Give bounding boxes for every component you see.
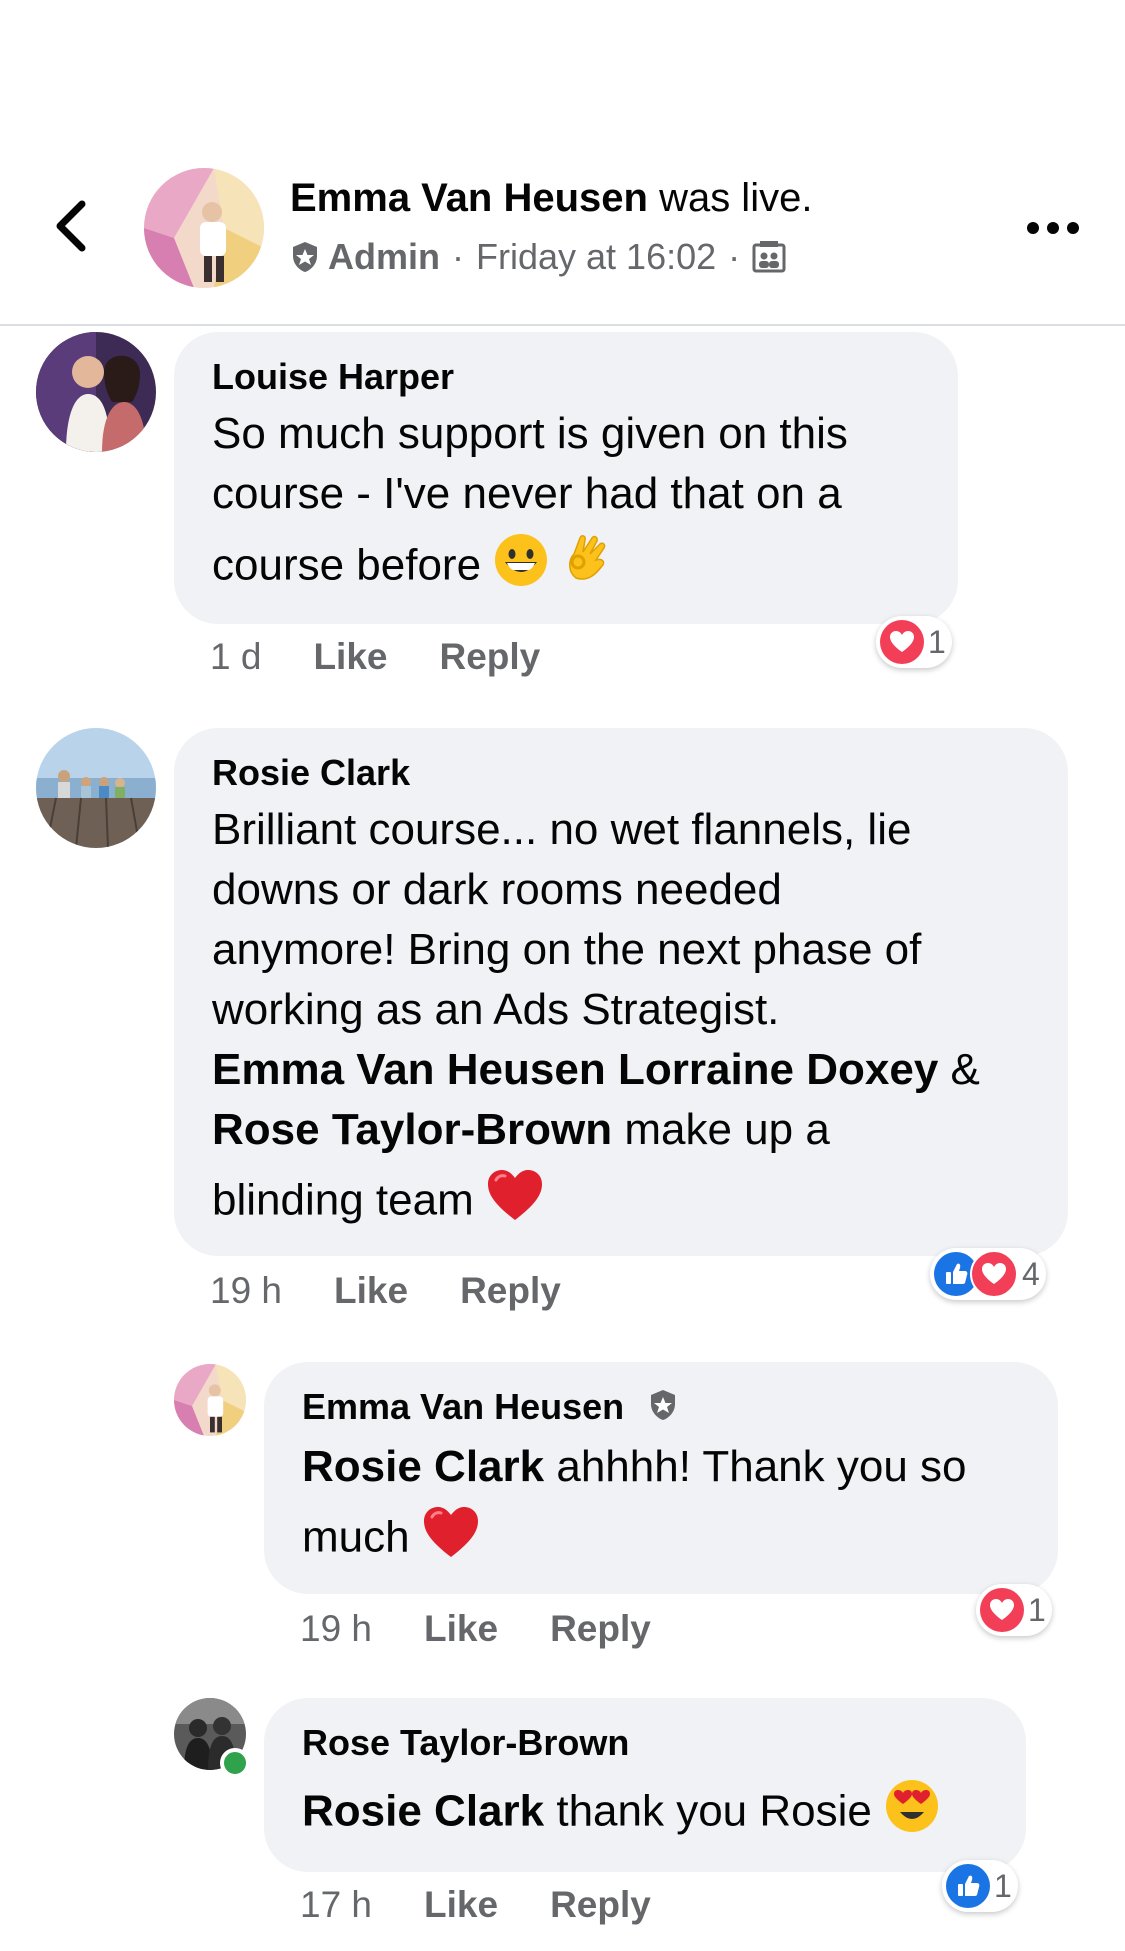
- like-button[interactable]: Like: [424, 1884, 498, 1926]
- comment-text: Brilliant course... no wet flannels, lie…: [212, 800, 1032, 1238]
- reply-button[interactable]: Reply: [550, 1884, 651, 1926]
- love-reaction-icon: [880, 620, 924, 664]
- mention-link[interactable]: Rosie Clark: [302, 1787, 544, 1836]
- mention-link[interactable]: Rosie Clark: [302, 1442, 544, 1491]
- comment-line: working as an Ads Strategist.: [212, 985, 780, 1034]
- comment-line: Rose Taylor-Brown make up a: [212, 1100, 1032, 1160]
- reaction-summary[interactable]: 1: [976, 1584, 1052, 1636]
- reply-bubble[interactable]: Rose Taylor-Brown Rosie Clark thank you …: [264, 1698, 1026, 1872]
- grinning-face-emoji: [493, 532, 549, 604]
- meta-separator: ·: [452, 236, 464, 277]
- like-button[interactable]: Like: [313, 636, 387, 678]
- reply-time[interactable]: 17 h: [300, 1884, 372, 1926]
- replier-avatar[interactable]: [174, 1364, 246, 1436]
- reply-button[interactable]: Reply: [550, 1608, 651, 1650]
- like-button[interactable]: Like: [424, 1608, 498, 1650]
- reply-text: Rosie Clark thank you Rosie: [302, 1778, 992, 1850]
- comment-bubble[interactable]: Rosie Clark Brilliant course... no wet f…: [174, 728, 1068, 1256]
- comment-line: anymore! Bring on the next phase of: [212, 925, 922, 974]
- heart-eyes-emoji: [884, 1778, 940, 1850]
- comment-line: Brilliant course... no wet flannels, lie: [212, 805, 912, 854]
- reaction-summary[interactable]: 1: [942, 1860, 1018, 1912]
- reply-line: much: [302, 1512, 410, 1562]
- comment-time[interactable]: 19 h: [210, 1270, 282, 1312]
- more-options-icon[interactable]: [1023, 208, 1083, 248]
- post-header: Emma Van Heusen was live. Admin · Friday…: [0, 0, 1125, 326]
- commenter-name[interactable]: Rosie Clark: [212, 752, 1032, 794]
- admin-shield-icon: [648, 1388, 678, 1431]
- reply-line: ahhhh! Thank you so: [556, 1441, 967, 1491]
- comment-line: course before: [212, 540, 482, 590]
- ok-hand-emoji: [562, 532, 612, 604]
- love-reaction-icon: [980, 1588, 1024, 1632]
- author-name[interactable]: Emma Van Heusen: [290, 176, 648, 220]
- post-meta: Admin · Friday at 16:02 ·: [290, 236, 786, 278]
- comment-line: Emma Van Heusen Lorraine Doxey &: [212, 1040, 1032, 1100]
- reaction-count: 4: [1022, 1255, 1040, 1292]
- comment-line-text: blinding team: [212, 1175, 474, 1225]
- like-reaction-icon: [946, 1864, 990, 1908]
- comment-actions: 19 h Like Reply: [210, 1270, 613, 1312]
- back-icon[interactable]: [48, 196, 98, 256]
- comment-time[interactable]: 1 d: [210, 636, 261, 678]
- reaction-count: 1: [994, 1867, 1012, 1904]
- comment-line: course - I've never had that on a: [212, 469, 842, 518]
- red-heart-emoji: [486, 1168, 544, 1238]
- post-title: Emma Van Heusen was live.: [290, 176, 812, 221]
- comment-bubble[interactable]: Louise Harper So much support is given o…: [174, 332, 958, 624]
- ampersand: &: [950, 1045, 980, 1094]
- reply-time[interactable]: 19 h: [300, 1608, 372, 1650]
- reply-button[interactable]: Reply: [439, 636, 540, 678]
- commenter-avatar[interactable]: [36, 332, 156, 452]
- online-status-indicator: [220, 1748, 250, 1778]
- love-reaction-icon: [970, 1250, 1018, 1298]
- comment-line-text: make up a: [624, 1105, 830, 1154]
- reply-actions: 19 h Like Reply: [300, 1608, 703, 1650]
- meta-separator: ·: [728, 236, 741, 277]
- post-timestamp[interactable]: Friday at 16:02: [476, 236, 716, 278]
- reply-line: thank you Rosie: [556, 1786, 872, 1836]
- admin-shield-icon: [290, 240, 320, 274]
- reaction-summary[interactable]: 1: [876, 616, 952, 668]
- mention-link[interactable]: Emma Van Heusen: [212, 1045, 606, 1094]
- group-icon: [752, 241, 786, 273]
- commenter-avatar[interactable]: [36, 728, 156, 848]
- comment-actions: 1 d Like Reply: [210, 636, 592, 678]
- mention-link[interactable]: Lorraine Doxey: [618, 1045, 938, 1094]
- reply-text: Rosie Clark ahhhh! Thank you so much: [302, 1437, 1024, 1575]
- mention-link[interactable]: Rose Taylor-Brown: [212, 1105, 612, 1154]
- comment-line: downs or dark rooms needed: [212, 865, 782, 914]
- reply-bubble[interactable]: Emma Van Heusen Rosie Clark ahhhh! Thank…: [264, 1362, 1058, 1594]
- red-heart-emoji: [422, 1505, 480, 1575]
- admin-badge: Admin: [328, 236, 440, 277]
- reaction-count: 1: [1028, 1591, 1046, 1628]
- comment-line: So much support is given on this: [212, 409, 848, 458]
- author-avatar[interactable]: [144, 168, 264, 288]
- replier-name[interactable]: Rose Taylor-Brown: [302, 1722, 992, 1764]
- post-action: was live.: [659, 176, 813, 220]
- commenter-name[interactable]: Louise Harper: [212, 356, 922, 398]
- replier-name-row: Emma Van Heusen: [302, 1386, 1024, 1431]
- reaction-count: 1: [928, 623, 946, 660]
- replier-name[interactable]: Emma Van Heusen: [302, 1386, 624, 1427]
- reaction-summary[interactable]: 4: [930, 1248, 1046, 1300]
- reply-actions: 17 h Like Reply: [300, 1884, 703, 1926]
- like-button[interactable]: Like: [334, 1270, 408, 1312]
- comment-text: So much support is given on this course …: [212, 404, 922, 604]
- reply-button[interactable]: Reply: [460, 1270, 561, 1312]
